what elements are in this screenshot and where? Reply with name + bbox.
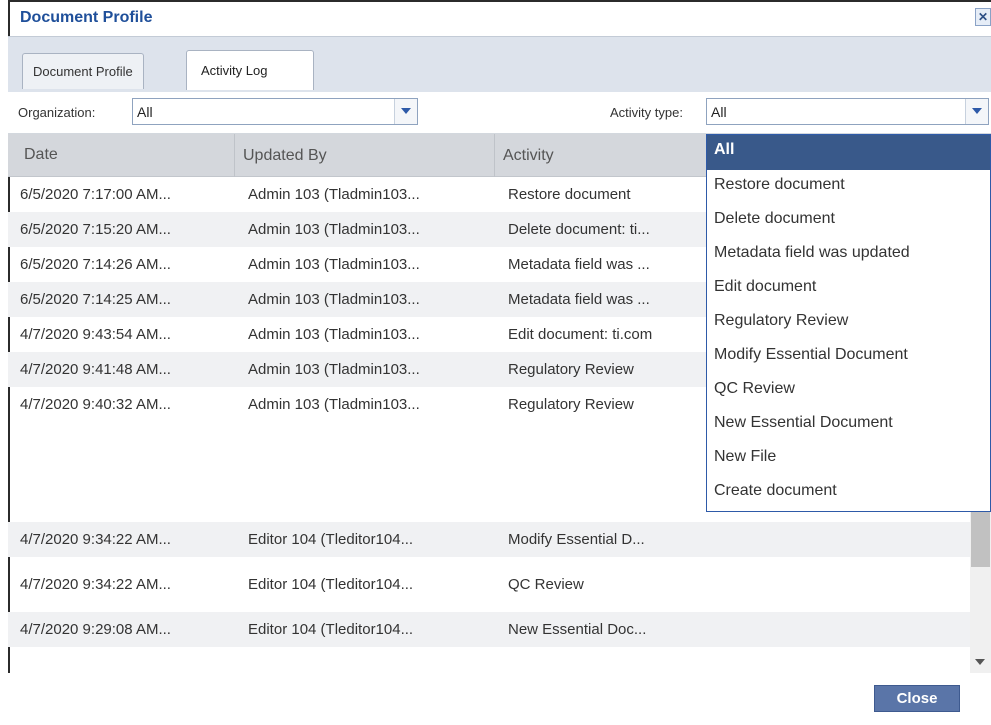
cell-date: 4/7/2020 9:29:08 AM... bbox=[20, 621, 171, 638]
dropdown-option[interactable]: Create document bbox=[707, 476, 990, 510]
cell-activity: Regulatory Review bbox=[508, 396, 634, 413]
cell-date: 6/5/2020 7:14:25 AM... bbox=[20, 291, 171, 308]
close-icon[interactable]: ✕ bbox=[975, 8, 991, 26]
tab-activity-log[interactable]: Activity Log bbox=[186, 50, 314, 90]
dropdown-option[interactable]: Edit document bbox=[707, 272, 990, 306]
tab-document-profile[interactable]: Document Profile bbox=[22, 53, 144, 89]
cell-date: 6/5/2020 7:15:20 AM... bbox=[20, 221, 171, 238]
cell-updated-by: Admin 103 (Tladmin103... bbox=[248, 291, 420, 308]
cell-date: 4/7/2020 9:43:54 AM... bbox=[20, 326, 171, 343]
cell-activity: QC Review bbox=[508, 576, 584, 593]
organization-label: Organization: bbox=[18, 105, 96, 120]
dropdown-option[interactable]: New File bbox=[707, 442, 990, 476]
activity-type-select[interactable]: All bbox=[706, 98, 989, 125]
cell-activity: Delete document: ti... bbox=[508, 221, 650, 238]
dropdown-option[interactable]: Delete document bbox=[707, 204, 990, 238]
cell-date: 4/7/2020 9:34:22 AM... bbox=[20, 576, 171, 593]
chevron-down-icon[interactable] bbox=[965, 99, 988, 124]
cell-updated-by: Editor 104 (Tleditor104... bbox=[248, 621, 414, 638]
cell-activity: Regulatory Review bbox=[508, 361, 634, 378]
cell-updated-by: Editor 104 (Tleditor104... bbox=[248, 531, 414, 548]
table-row[interactable]: 4/7/2020 9:34:22 AM... Editor 104 (Tledi… bbox=[8, 522, 970, 557]
cell-date: 6/5/2020 7:14:26 AM... bbox=[20, 256, 171, 273]
cell-date: 6/5/2020 7:17:00 AM... bbox=[20, 186, 171, 203]
cell-updated-by: Admin 103 (Tladmin103... bbox=[248, 396, 420, 413]
cell-activity: New Essential Doc... bbox=[508, 621, 647, 638]
cell-activity: Metadata field was ... bbox=[508, 291, 650, 308]
cell-updated-by: Admin 103 (Tladmin103... bbox=[248, 361, 420, 378]
cell-date: 4/7/2020 9:40:32 AM... bbox=[20, 396, 171, 413]
dropdown-option[interactable]: QC Review bbox=[707, 374, 990, 408]
cell-updated-by: Admin 103 (Tladmin103... bbox=[248, 186, 420, 203]
cell-updated-by: Admin 103 (Tladmin103... bbox=[248, 221, 420, 238]
organization-select-value: All bbox=[137, 104, 153, 120]
cell-activity: Restore document bbox=[508, 186, 631, 203]
cell-updated-by: Admin 103 (Tladmin103... bbox=[248, 326, 420, 343]
scroll-down-arrow-icon[interactable] bbox=[975, 659, 985, 665]
tab-bar: Document Profile Activity Log bbox=[8, 36, 991, 92]
table-row[interactable]: 4/7/2020 9:29:08 AM... Editor 104 (Tledi… bbox=[8, 612, 970, 647]
cell-activity: Edit document: ti.com bbox=[508, 326, 653, 343]
dropdown-option[interactable]: Regulatory Review bbox=[707, 306, 990, 340]
activity-type-label: Activity type: bbox=[610, 105, 683, 120]
dropdown-option[interactable]: New Essential Document bbox=[707, 408, 990, 442]
dropdown-option-all[interactable]: All bbox=[707, 135, 990, 170]
activity-type-dropdown-list: All Restore document Delete document Met… bbox=[706, 134, 991, 512]
dropdown-option[interactable]: Restore document bbox=[707, 170, 990, 204]
cell-date: 4/7/2020 9:34:22 AM... bbox=[20, 531, 171, 548]
cell-activity: Modify Essential D... bbox=[508, 531, 645, 548]
filter-bar: Organization: All Activity type: All bbox=[8, 92, 991, 134]
table-row[interactable]: 4/7/2020 9:34:22 AM... Editor 104 (Tledi… bbox=[8, 567, 970, 602]
scrollbar-thumb[interactable] bbox=[971, 507, 990, 567]
column-header-updated-by[interactable]: Updated By bbox=[234, 134, 327, 177]
chevron-down-icon[interactable] bbox=[394, 99, 417, 124]
cell-updated-by: Editor 104 (Tleditor104... bbox=[248, 576, 414, 593]
cell-activity: Metadata field was ... bbox=[508, 256, 650, 273]
cell-updated-by: Admin 103 (Tladmin103... bbox=[248, 256, 420, 273]
dialog-titlebar: Document Profile ✕ bbox=[10, 2, 991, 38]
dropdown-option[interactable]: Modify Essential Document bbox=[707, 340, 990, 374]
cell-date: 4/7/2020 9:41:48 AM... bbox=[20, 361, 171, 378]
dialog-footer: Close bbox=[8, 673, 991, 725]
close-button[interactable]: Close bbox=[874, 685, 960, 712]
tab-label: Activity Log bbox=[201, 63, 268, 78]
organization-select[interactable]: All bbox=[132, 98, 418, 125]
column-header-date[interactable]: Date bbox=[24, 146, 58, 164]
dialog-title: Document Profile bbox=[20, 9, 153, 26]
tab-label: Document Profile bbox=[33, 64, 133, 79]
activity-type-select-value: All bbox=[711, 104, 727, 120]
column-header-activity[interactable]: Activity bbox=[494, 134, 554, 177]
dropdown-option[interactable]: Metadata field was updated bbox=[707, 238, 990, 272]
